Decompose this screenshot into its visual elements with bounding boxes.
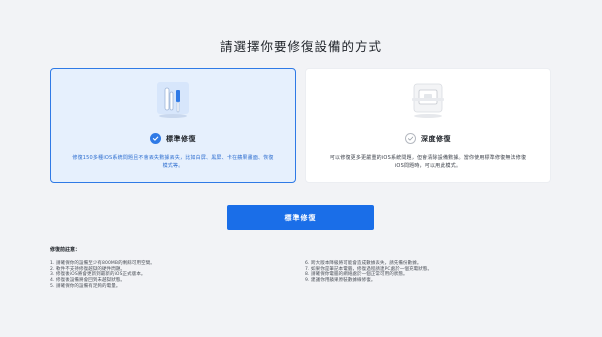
card-title: 標準修復 — [166, 134, 196, 143]
note-item: 1. 請確保你的設備至少有800MB的剩餘可用空間。 — [50, 261, 155, 266]
notes-list-left: 1. 請確保你的設備至少有800MB的剩餘可用空間。 2. 軟件不支持修復越獄的… — [50, 261, 155, 290]
notes-list-right: 6. 跨大版本降級將可能會造成數據丟失，請先備份數據。 7. 如果你是筆記本電腦… — [305, 261, 432, 284]
notes-title: 修復前註意： — [50, 247, 81, 253]
note-item: 6. 跨大版本降級將可能會造成數據丟失，請先備份數據。 — [305, 261, 422, 266]
card-description: 可以修復更多更嚴重的iOS系統問題，但會清除設備數據。當你使用標準修復無法修復i… — [329, 155, 527, 169]
selected-check-icon — [150, 133, 161, 144]
device-icon — [412, 83, 444, 118]
page-title: 請選擇你要修復設備的方式 — [219, 39, 382, 54]
card-title: 深度修復 — [421, 134, 451, 143]
standard-repair-card[interactable]: 標準修復 修復150多種iOS系統問題且不會丟失數據丟失，比如白屏、黑屏、卡在蘋… — [50, 68, 296, 183]
start-repair-button[interactable]: 標準修復 — [227, 205, 374, 230]
unselected-check-icon — [405, 133, 416, 144]
note-item: 9. 建議你用蘋果原裝數據線修復。 — [305, 278, 376, 284]
note-item: 5. 請確保你的設備有足夠的電量。 — [50, 283, 121, 289]
card-description: 修復150多種iOS系統問題且不會丟失數據丟失，比如白屏、黑屏、卡在蘋果畫面、恢… — [72, 155, 274, 169]
deep-repair-card[interactable]: 深度修復 可以修復更多更嚴重的iOS系統問題，但會清除設備數據。當你使用標準修復… — [305, 68, 551, 183]
tools-icon — [157, 82, 189, 118]
